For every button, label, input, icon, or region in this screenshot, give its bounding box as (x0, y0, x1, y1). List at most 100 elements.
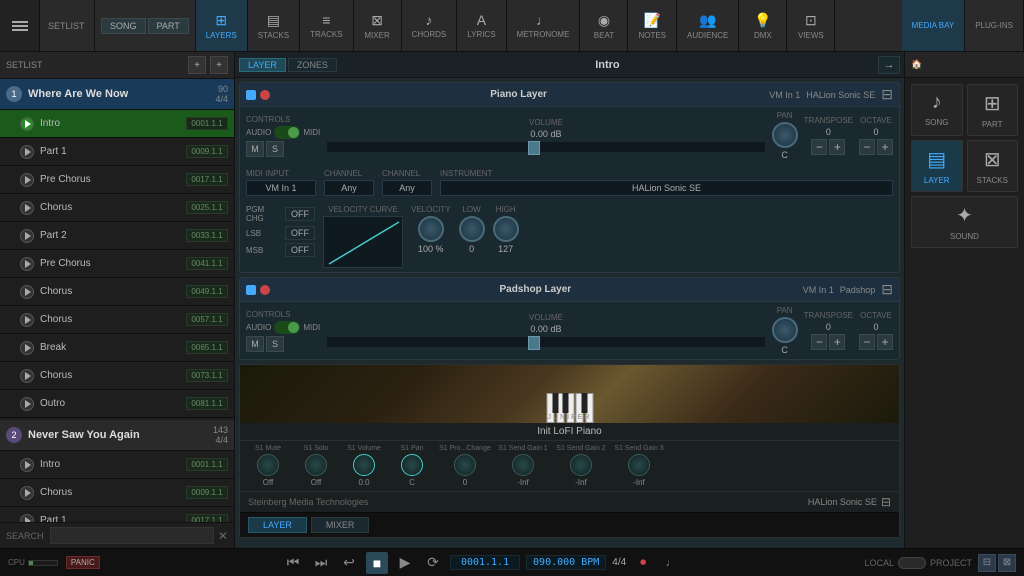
part-item-s2-part1[interactable]: Part 1 0017.1.1 (0, 507, 234, 522)
transpose-minus-piano[interactable]: − (811, 139, 827, 155)
part-item-chorus2[interactable]: Chorus 0049.1.1 (0, 278, 234, 306)
low-knob[interactable] (459, 216, 485, 242)
octave-minus-padshop[interactable]: − (859, 334, 875, 350)
tab-lyrics[interactable]: A LYRICS (457, 0, 506, 51)
media-item-part[interactable]: ⊞ PART (967, 84, 1019, 136)
song-item-1[interactable]: 1 Where Are We Now 90 4/4 (0, 79, 234, 110)
search-clear-button[interactable]: ✕ (218, 529, 228, 543)
mute-button-padshop[interactable]: M (246, 336, 264, 352)
layer-bars-icon-padshop[interactable]: ⊟ (881, 281, 893, 298)
loop-button[interactable]: ⟳ (422, 552, 444, 574)
panic-button[interactable]: PANIC (66, 556, 100, 569)
part-item-prechorus2[interactable]: Pre Chorus 0041.1.1 (0, 250, 234, 278)
layer-toggle-padshop[interactable] (246, 285, 256, 295)
inst-knob-0[interactable] (257, 454, 279, 476)
velocity-knob[interactable] (418, 216, 444, 242)
halion-bars-icon[interactable]: ⊟ (881, 495, 891, 509)
media-item-sound[interactable]: ✦ SOUND (911, 196, 1018, 248)
tab-stacks[interactable]: ▤ STACKS (248, 0, 300, 51)
play-button[interactable]: ▶ (394, 552, 416, 574)
audio-toggle-padshop[interactable] (274, 321, 300, 334)
song-item-2[interactable]: 2 Never Saw You Again 143 4/4 (0, 420, 234, 451)
record-button[interactable]: ⏺ (632, 552, 654, 574)
inst-knob-3[interactable] (401, 454, 423, 476)
pan-knob-piano[interactable] (772, 122, 798, 148)
part-item-chorus4[interactable]: Chorus 0073.1.1 (0, 362, 234, 390)
layer-tab-button[interactable]: LAYER (248, 517, 307, 533)
lp-toggle-switch[interactable] (898, 557, 926, 569)
inst-knob-7[interactable] (628, 454, 650, 476)
part-item-part2[interactable]: Part 2 0033.1.1 (0, 222, 234, 250)
part-play-chorus3[interactable] (20, 313, 34, 327)
transpose-plus-piano[interactable]: + (829, 139, 845, 155)
solo-button-padshop[interactable]: S (266, 336, 284, 352)
inst-knob-1[interactable] (305, 454, 327, 476)
octave-plus-piano[interactable]: + (877, 139, 893, 155)
hamburger-menu[interactable] (0, 0, 40, 51)
pan-knob-padshop[interactable] (772, 317, 798, 343)
audio-toggle-piano[interactable] (274, 126, 300, 139)
view-btn-2[interactable]: ⊠ (998, 554, 1016, 572)
part-play-s2-intro[interactable] (20, 458, 34, 472)
part-play-intro[interactable] (20, 117, 34, 131)
transpose-minus-padshop[interactable]: − (811, 334, 827, 350)
view-btn-1[interactable]: ⊟ (978, 554, 996, 572)
rewind-button[interactable]: ⏮ (282, 552, 304, 574)
nav-arrow-right[interactable]: → (878, 56, 900, 74)
search-input[interactable] (50, 527, 214, 544)
add-song-button[interactable]: + (188, 56, 206, 74)
tab-mixer[interactable]: ⊠ MIXER (354, 0, 402, 51)
volume-slider-piano[interactable] (326, 141, 765, 153)
part-play-prechorus2[interactable] (20, 257, 34, 271)
part-play-outro[interactable] (20, 397, 34, 411)
part-item-part1[interactable]: Part 1 0009.1.1 (0, 138, 234, 166)
metronome-transport-button[interactable]: ♩ (660, 552, 682, 574)
inst-knob-6[interactable] (570, 454, 592, 476)
layer-zone-button[interactable]: LAYER (239, 58, 286, 72)
solo-button-piano[interactable]: S (266, 141, 284, 157)
media-item-layer[interactable]: ▤ LAYER (911, 140, 963, 192)
tab-tracks[interactable]: ≡ TRACKS (300, 0, 353, 51)
volume-slider-padshop[interactable] (326, 336, 765, 348)
part-play-break[interactable] (20, 341, 34, 355)
part-item-prechorus1[interactable]: Pre Chorus 0017.1.1 (0, 166, 234, 194)
octave-plus-padshop[interactable]: + (877, 334, 893, 350)
part-item-outro[interactable]: Outro 0081.1.1 (0, 390, 234, 418)
part-item-chorus1[interactable]: Chorus 0025.1.1 (0, 194, 234, 222)
add-part-button[interactable]: + (210, 56, 228, 74)
inst-knob-5[interactable] (512, 454, 534, 476)
stop-button[interactable]: ■ (366, 552, 388, 574)
tab-audience[interactable]: 👥 AUDIENCE (677, 0, 739, 51)
part-play-s2-chorus[interactable] (20, 486, 34, 500)
part-item-intro[interactable]: Intro 0001.1.1 (0, 110, 234, 138)
skip-back-button[interactable]: ⏭ (310, 552, 332, 574)
part-button[interactable]: PART (148, 18, 189, 34)
return-button[interactable]: ↩ (338, 552, 360, 574)
part-item-chorus3[interactable]: Chorus 0057.1.1 (0, 306, 234, 334)
part-play-chorus2[interactable] (20, 285, 34, 299)
inst-knob-2[interactable] (353, 454, 375, 476)
home-icon[interactable]: 🏠 (911, 59, 922, 70)
tab-views[interactable]: ⊡ VIEWS (787, 0, 835, 51)
tab-plug-ins[interactable]: PLUG-INS (965, 0, 1024, 51)
part-play-chorus1[interactable] (20, 201, 34, 215)
zones-button[interactable]: ZONES (288, 58, 337, 72)
mute-button-piano[interactable]: M (246, 141, 264, 157)
layer-toggle-piano[interactable] (246, 90, 256, 100)
part-play-prechorus1[interactable] (20, 173, 34, 187)
layer-bars-icon-piano[interactable]: ⊟ (881, 86, 893, 103)
inst-knob-4[interactable] (454, 454, 476, 476)
octave-minus-piano[interactable]: − (859, 139, 875, 155)
tab-notes[interactable]: 📝 NOTES (628, 0, 677, 51)
mixer-tab-button[interactable]: MIXER (311, 517, 370, 533)
tab-layers[interactable]: ⊞ LAYERS (196, 0, 248, 51)
part-item-s2-chorus[interactable]: Chorus 0009.1.1 (0, 479, 234, 507)
part-item-s2-intro[interactable]: Intro 0001.1.1 (0, 451, 234, 479)
part-play-part2[interactable] (20, 229, 34, 243)
tab-chords[interactable]: ♪ CHORDS (402, 0, 458, 51)
part-play-chorus4[interactable] (20, 369, 34, 383)
tab-dmx[interactable]: 💡 DMX (739, 0, 787, 51)
transpose-plus-padshop[interactable]: + (829, 334, 845, 350)
tab-beat[interactable]: ◉ BEAT (580, 0, 628, 51)
tab-media-bay[interactable]: MEDIA BAY (902, 0, 966, 51)
